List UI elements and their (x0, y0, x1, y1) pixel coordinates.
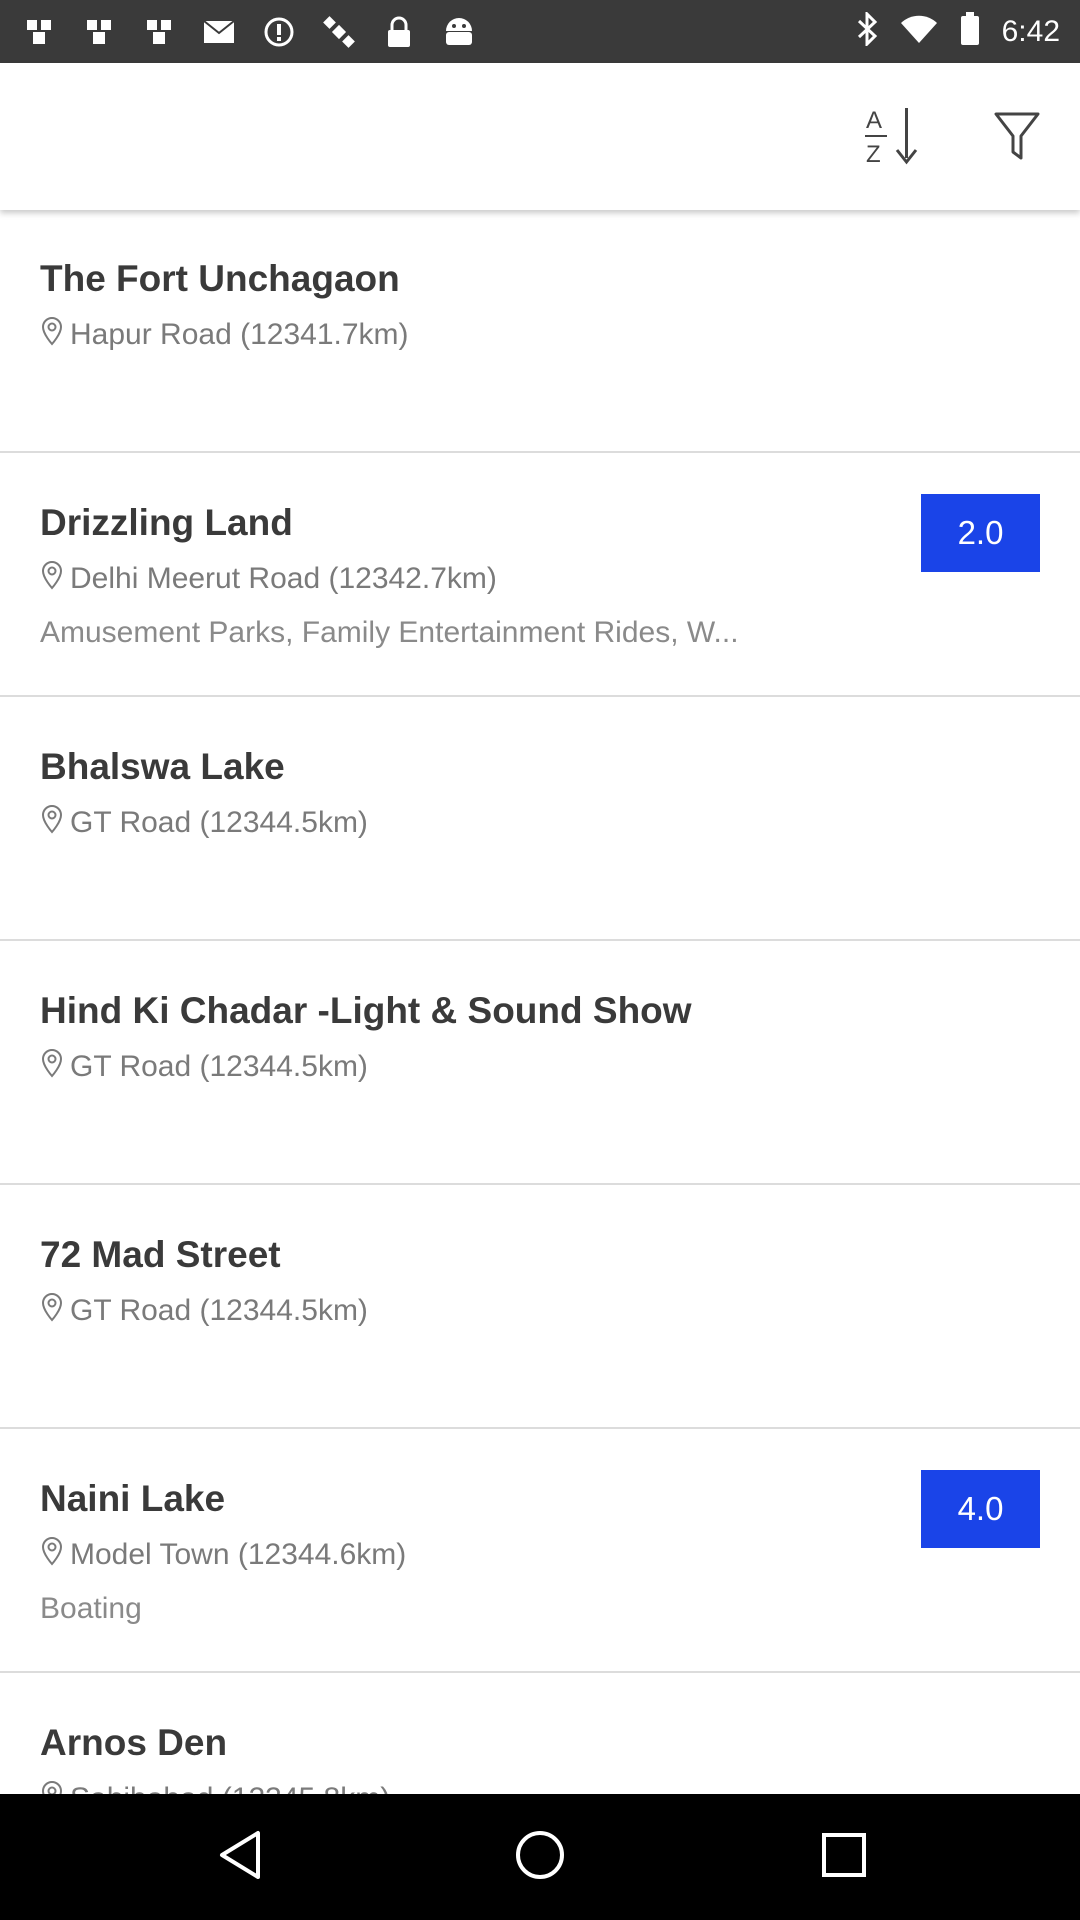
sort-button[interactable]: A Z (857, 103, 927, 173)
list-item[interactable]: The Fort Unchagaon Hapur Road (12341.7km… (0, 210, 1080, 453)
sort-az-icon: A Z (862, 104, 922, 173)
place-address: Hapur Road (12341.7km) (40, 316, 409, 354)
status-left-icons (22, 0, 476, 63)
notification-icon (82, 15, 116, 49)
location-pin-icon (40, 1780, 64, 1794)
place-address-text: Hapur Road (12341.7km) (70, 318, 409, 351)
place-address: GT Road (12344.5km) (40, 1048, 368, 1086)
list-item[interactable]: Hind Ki Chadar -Light & Sound Show GT Ro… (0, 942, 1080, 1185)
status-bar: 6:42 (0, 0, 1080, 63)
bluetooth-icon (856, 10, 878, 51)
place-address-text: Sahibabad (12345.8km) (70, 1782, 390, 1794)
alert-icon (262, 15, 296, 49)
list-item[interactable]: Arnos Den Sahibabad (12345.8km) (0, 1674, 1080, 1794)
place-title: Arnos Den (40, 1722, 228, 1763)
satellite-icon (322, 15, 356, 49)
notification-icon (142, 15, 176, 49)
place-title: Bhalswa Lake (40, 746, 285, 787)
place-address-text: Model Town (12344.6km) (70, 1538, 407, 1571)
home-button[interactable] (510, 1827, 570, 1887)
place-title: The Fort Unchagaon (40, 258, 400, 299)
wifi-icon (900, 14, 938, 49)
navigation-bar (0, 1794, 1080, 1920)
recents-icon (821, 1832, 867, 1883)
location-pin-icon (40, 1536, 64, 1574)
notification-icon (22, 15, 56, 49)
place-address: GT Road (12344.5km) (40, 1292, 368, 1330)
back-button[interactable] (210, 1827, 270, 1887)
place-address: Sahibabad (12345.8km) (40, 1780, 390, 1794)
recents-button[interactable] (814, 1827, 874, 1887)
place-address: Model Town (12344.6km) (40, 1536, 407, 1574)
place-category: Amusement Parks, Family Entertainment Ri… (40, 616, 739, 649)
location-pin-icon (40, 804, 64, 842)
status-time: 6:42 (1001, 14, 1060, 48)
svg-text:A: A (866, 107, 882, 134)
place-address-text: GT Road (12344.5km) (70, 1294, 368, 1327)
location-pin-icon (40, 316, 64, 354)
android-icon (442, 15, 476, 49)
list-item[interactable]: Naini Lake Model Town (12344.6km) Boatin… (0, 1430, 1080, 1673)
places-list[interactable]: The Fort Unchagaon Hapur Road (12341.7km… (0, 210, 1080, 1794)
filter-button[interactable] (982, 103, 1052, 173)
location-pin-icon (40, 560, 64, 598)
mail-icon (202, 15, 236, 49)
location-pin-icon (40, 1292, 64, 1330)
place-title: 72 Mad Street (40, 1234, 281, 1275)
svg-text:Z: Z (866, 141, 881, 168)
battery-icon (960, 12, 980, 51)
home-icon (514, 1829, 566, 1886)
back-icon (216, 1829, 264, 1886)
filter-icon (993, 110, 1041, 167)
list-item[interactable]: 72 Mad Street GT Road (12344.5km) (0, 1186, 1080, 1429)
place-title: Hind Ki Chadar -Light & Sound Show (40, 990, 692, 1031)
place-address-text: GT Road (12344.5km) (70, 806, 368, 839)
rating-badge: 4.0 (921, 1470, 1040, 1548)
place-title: Drizzling Land (40, 502, 293, 543)
lock-icon (382, 15, 416, 49)
place-title: Naini Lake (40, 1478, 226, 1519)
location-pin-icon (40, 1048, 64, 1086)
app-bar: A Z (0, 63, 1080, 210)
place-address: Delhi Meerut Road (12342.7km) (40, 560, 497, 598)
place-category: Boating (40, 1592, 142, 1625)
place-address: GT Road (12344.5km) (40, 804, 368, 842)
list-item[interactable]: Drizzling Land Delhi Meerut Road (12342.… (0, 454, 1080, 697)
status-right-icons: 6:42 (856, 0, 1060, 63)
place-address-text: Delhi Meerut Road (12342.7km) (70, 562, 497, 595)
rating-badge: 2.0 (921, 494, 1040, 572)
list-item[interactable]: Bhalswa Lake GT Road (12344.5km) (0, 698, 1080, 941)
place-address-text: GT Road (12344.5km) (70, 1050, 368, 1083)
